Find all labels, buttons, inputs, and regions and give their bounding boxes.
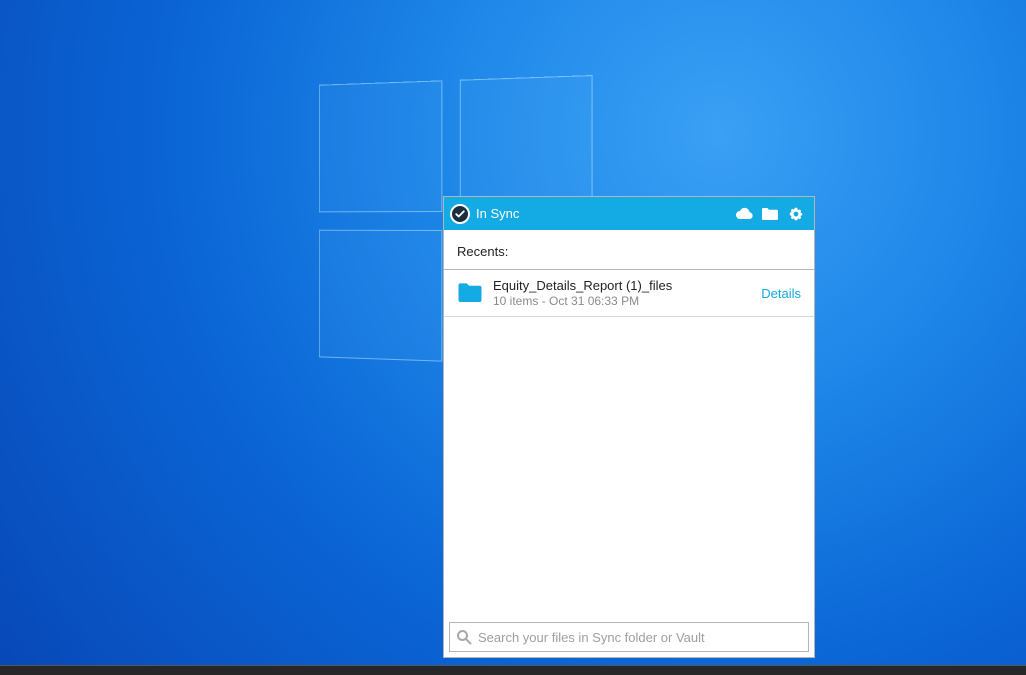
folder-icon bbox=[457, 282, 483, 304]
desktop-background: In Sync Recents: bbox=[0, 0, 1026, 665]
taskbar[interactable] bbox=[0, 665, 1026, 675]
sync-status-icon bbox=[450, 204, 470, 224]
details-link[interactable]: Details bbox=[761, 286, 801, 301]
search-input[interactable] bbox=[478, 630, 802, 645]
cloud-icon[interactable] bbox=[734, 204, 754, 224]
search-wrap bbox=[444, 617, 814, 657]
list-item[interactable]: Equity_Details_Report (1)_files 10 items… bbox=[444, 270, 814, 317]
sync-status-text: In Sync bbox=[476, 206, 519, 221]
file-name: Equity_Details_Report (1)_files bbox=[493, 278, 751, 293]
recents-list: Equity_Details_Report (1)_files 10 items… bbox=[444, 270, 814, 617]
file-meta: 10 items - Oct 31 06:33 PM bbox=[493, 294, 751, 308]
sync-panel: In Sync Recents: bbox=[443, 196, 815, 658]
gear-icon[interactable] bbox=[786, 204, 806, 224]
recents-heading: Recents: bbox=[444, 230, 814, 270]
panel-header: In Sync bbox=[444, 197, 814, 230]
file-info: Equity_Details_Report (1)_files 10 items… bbox=[493, 278, 751, 308]
search-icon bbox=[456, 629, 472, 645]
search-box[interactable] bbox=[449, 622, 809, 652]
folder-icon[interactable] bbox=[760, 204, 780, 224]
